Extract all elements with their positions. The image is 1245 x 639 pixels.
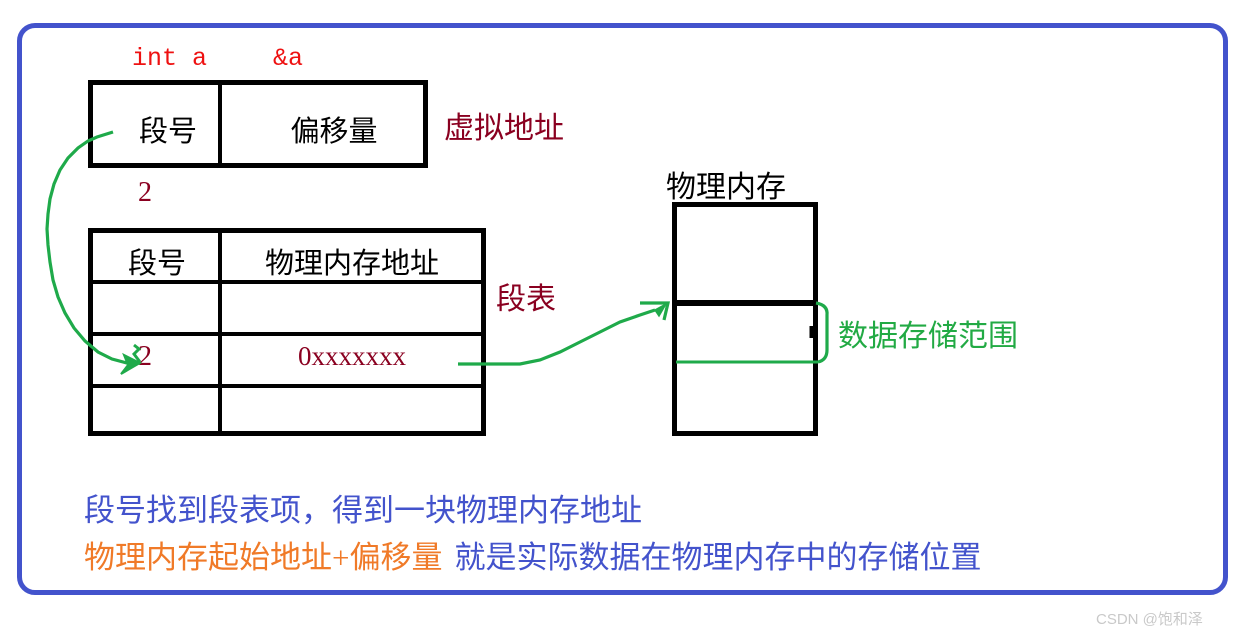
- segment-table-header-address: 物理内存地址: [264, 248, 439, 280]
- data-range-label: 数据存储范围: [838, 320, 1018, 353]
- virtual-address-label: 虚拟地址: [444, 112, 564, 145]
- segment-table-row-divider: [88, 384, 486, 388]
- code-label-address-of-a: &a: [273, 44, 304, 73]
- virtual-address-segment-cell: 段号: [138, 116, 197, 148]
- note-line-2: 物理内存起始地址+偏移量 就是实际数据在物理内存中的存储位置: [84, 532, 981, 577]
- virtual-address-offset-cell: 偏移量: [290, 116, 378, 148]
- segment-table-row-seg-value: 2: [138, 341, 152, 372]
- segment-table-label: 段表: [496, 283, 556, 316]
- virtual-address-segment-value: 2: [138, 177, 152, 208]
- segment-table-row-divider: [88, 332, 486, 336]
- physical-memory-divider: [672, 300, 818, 306]
- note-line-2-part-1: 物理内存起始地址+偏移量: [84, 540, 443, 575]
- physical-memory-title: 物理内存: [666, 171, 786, 204]
- note-line-1: 段号找到段表项，得到一块物理内存地址: [84, 493, 642, 528]
- note-line-2-part-2: 就是实际数据在物理内存中的存储位置: [454, 540, 982, 575]
- code-label-int-a: int a: [132, 44, 208, 73]
- watermark: CSDN @饱和泽: [1096, 611, 1203, 628]
- virtual-address-divider: [218, 80, 222, 168]
- diagram-canvas: int a &a 段号 偏移量 虚拟地址 2 段号 物理内存地址 2 0xxxx…: [0, 0, 1245, 639]
- segment-table-header-seg: 段号: [127, 248, 186, 280]
- physical-memory-box: [672, 202, 818, 436]
- segment-table-row-address-value: 0xxxxxxx: [298, 341, 406, 371]
